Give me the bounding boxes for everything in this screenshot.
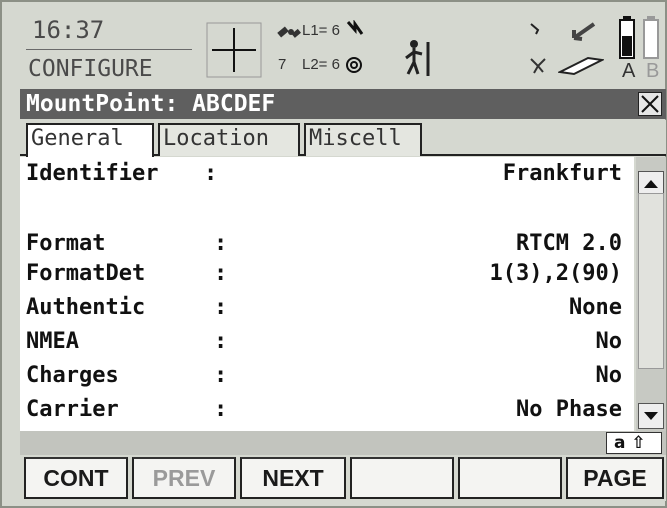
- field-row-charges[interactable]: Charges : No: [26, 363, 622, 393]
- fkey-label: CONT: [43, 465, 109, 491]
- field-label: FormatDet: [26, 261, 146, 286]
- scroll-thumb[interactable]: [638, 193, 664, 369]
- field-row-identifier[interactable]: Identifier : Frankfurt: [26, 161, 622, 191]
- field-colon: :: [214, 329, 228, 354]
- field-value: No Phase: [516, 397, 622, 422]
- field-value: None: [569, 295, 622, 320]
- clock-time: 16:37: [32, 16, 105, 44]
- scrollbar[interactable]: [636, 157, 666, 431]
- field-colon: :: [214, 363, 228, 388]
- tab-label: Miscell: [309, 126, 402, 151]
- field-label: Charges: [26, 363, 119, 388]
- tab-bar: General Location Miscell: [20, 120, 666, 158]
- function-key-bar: CONT PREV NEXT PAGE: [20, 455, 666, 501]
- field-label: Authentic: [26, 295, 146, 320]
- memory-card-icon: [558, 56, 604, 76]
- fkey-next[interactable]: NEXT: [240, 457, 346, 499]
- battery-b-label: B: [646, 60, 660, 82]
- crosshair-icon: [206, 22, 262, 78]
- field-colon: :: [214, 261, 228, 286]
- status-icons: 7 L1= 6 L2= 6 A B: [206, 12, 666, 88]
- field-colon: :: [214, 295, 228, 320]
- device-screen: 16:37 CONFIGURE 7 L1= 6 L2= 6 A B MountP…: [0, 0, 667, 508]
- status-bar: 16:37 CONFIGURE 7 L1= 6 L2= 6 A B: [20, 12, 666, 88]
- satellite-icon: [277, 26, 301, 38]
- fkey-empty-4[interactable]: [350, 457, 454, 499]
- field-row-nmea[interactable]: NMEA : No: [26, 329, 622, 359]
- fkey-label: PAGE: [583, 465, 647, 491]
- input-mode-strip: a ⇧: [20, 431, 666, 455]
- field-colon: :: [204, 161, 218, 186]
- tab-label: General: [31, 126, 124, 151]
- field-row-authentic[interactable]: Authentic : None: [26, 295, 622, 325]
- dialog-title-bar: MountPoint: ABCDEF: [20, 89, 666, 119]
- field-value: No: [595, 329, 623, 354]
- fkey-label: NEXT: [262, 465, 324, 491]
- field-row-carrier[interactable]: Carrier : No Phase: [26, 397, 622, 427]
- fkey-page[interactable]: PAGE: [566, 457, 664, 499]
- field-colon: :: [214, 397, 228, 422]
- l1-count: L1= 6: [302, 22, 340, 39]
- at-icon: [346, 57, 362, 73]
- field-label: NMEA: [26, 329, 79, 354]
- field-label: Identifier: [26, 161, 159, 186]
- l2-count: L2= 6: [302, 56, 340, 73]
- arrow-icon: [572, 22, 596, 41]
- field-list: Identifier : Frankfurt Format : RTCM 2.0…: [20, 157, 634, 431]
- field-colon: :: [214, 231, 228, 256]
- field-label: Carrier: [26, 397, 119, 422]
- network-icon: [530, 58, 546, 74]
- radio-link-icon: [346, 20, 364, 35]
- tab-miscell[interactable]: Miscell: [304, 123, 422, 156]
- tab-general[interactable]: General: [26, 123, 154, 158]
- time-mode-panel: 16:37 CONFIGURE: [20, 12, 198, 88]
- battery-a-label: A: [622, 60, 636, 82]
- scroll-down-button[interactable]: [638, 403, 664, 429]
- tab-location[interactable]: Location: [158, 123, 300, 156]
- close-icon: [641, 95, 659, 113]
- fkey-empty-5[interactable]: [458, 457, 562, 499]
- input-mode-indicator: a ⇧: [606, 432, 662, 454]
- tab-label: Location: [163, 126, 269, 151]
- triangle-down-icon: [644, 412, 658, 420]
- close-button[interactable]: [638, 92, 662, 116]
- battery-icon: [619, 16, 659, 59]
- separator-line: [26, 49, 192, 50]
- field-value: 1(3),2(90): [489, 261, 622, 286]
- field-label: Format: [26, 231, 106, 256]
- field-value: Frankfurt: [502, 161, 622, 186]
- mode-label: CONFIGURE: [28, 56, 153, 82]
- input-mode-text: a ⇧: [614, 433, 646, 453]
- dialog-title: MountPoint: ABCDEF: [26, 91, 276, 117]
- field-row-format[interactable]: Format : RTCM 2.0: [26, 231, 622, 261]
- surveyor-icon: [405, 40, 430, 76]
- fkey-prev[interactable]: PREV: [132, 457, 236, 499]
- antenna-icon: [530, 23, 540, 35]
- fkey-cont[interactable]: CONT: [24, 457, 128, 499]
- field-row-formatdet[interactable]: FormatDet : 1(3),2(90): [26, 261, 622, 291]
- field-value: RTCM 2.0: [516, 231, 622, 256]
- satellite-count: 7: [278, 56, 287, 73]
- field-value: No: [595, 363, 623, 388]
- fkey-label: PREV: [152, 465, 216, 491]
